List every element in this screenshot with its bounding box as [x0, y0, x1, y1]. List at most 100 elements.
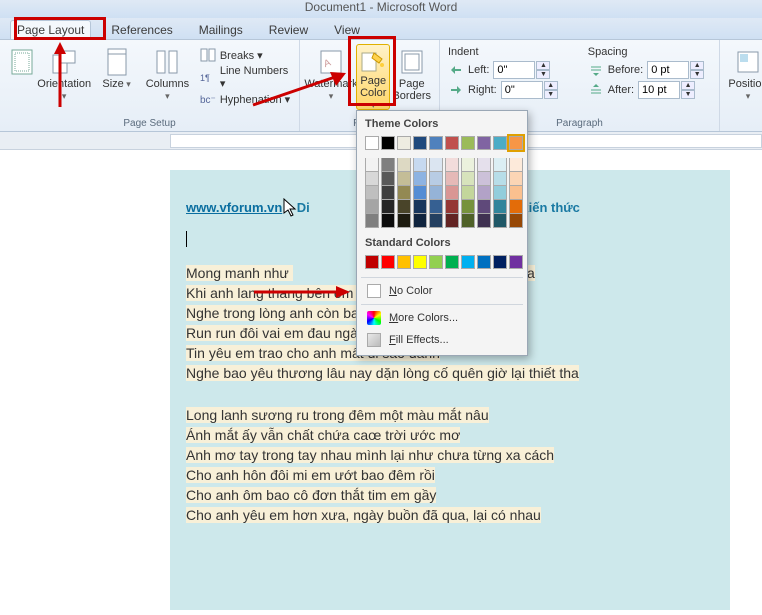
theme-shade-swatch[interactable] [509, 186, 523, 200]
theme-shade-swatch[interactable] [397, 186, 411, 200]
theme-shade-swatch[interactable] [477, 158, 491, 172]
theme-shade-swatch[interactable] [477, 200, 491, 214]
standard-swatch[interactable] [365, 255, 379, 269]
orientation-button[interactable]: Orientation [38, 44, 90, 110]
theme-shade-swatch[interactable] [509, 200, 523, 214]
theme-swatch[interactable] [461, 136, 475, 150]
theme-shade-swatch[interactable] [381, 158, 395, 172]
theme-shade-swatch[interactable] [413, 158, 427, 172]
position-button[interactable]: Position [728, 44, 762, 110]
size-button[interactable]: Size [92, 44, 141, 110]
theme-shade-swatch[interactable] [477, 172, 491, 186]
theme-shade-swatch[interactable] [381, 200, 395, 214]
spin-down[interactable]: ▼ [681, 90, 695, 99]
breaks-button[interactable]: Breaks ▾ [200, 45, 291, 65]
theme-shade-swatch[interactable] [397, 172, 411, 186]
standard-swatch[interactable] [381, 255, 395, 269]
theme-shade-swatch[interactable] [413, 186, 427, 200]
theme-swatch[interactable] [477, 136, 491, 150]
theme-swatch[interactable] [365, 136, 379, 150]
theme-shade-swatch[interactable] [493, 186, 507, 200]
line-numbers-button[interactable]: 1¶ Line Numbers ▾ [200, 67, 291, 87]
theme-shade-swatch[interactable] [397, 200, 411, 214]
theme-shade-swatch[interactable] [381, 214, 395, 228]
standard-swatch[interactable] [493, 255, 507, 269]
theme-shade-swatch[interactable] [477, 214, 491, 228]
theme-shade-swatch[interactable] [413, 200, 427, 214]
document-line[interactable]: Long lanh sương ru trong đêm một màu mắt… [186, 407, 714, 423]
theme-shade-swatch[interactable] [413, 172, 427, 186]
theme-shade-swatch[interactable] [509, 172, 523, 186]
theme-shade-swatch[interactable] [461, 172, 475, 186]
theme-shade-swatch[interactable] [461, 200, 475, 214]
hyphenation-button[interactable]: bc⁻ Hyphenation ▾ [200, 89, 291, 109]
theme-swatch[interactable] [397, 136, 411, 150]
theme-shade-swatch[interactable] [461, 158, 475, 172]
theme-shade-swatch[interactable] [381, 186, 395, 200]
theme-shade-swatch[interactable] [461, 214, 475, 228]
indent-left-input[interactable]: ▲▼ [493, 61, 550, 79]
theme-shade-swatch[interactable] [445, 186, 459, 200]
spacing-after-input[interactable]: ▲▼ [638, 81, 695, 99]
no-color-item[interactable]: No Color [361, 280, 523, 302]
columns-button[interactable]: Columns [143, 44, 192, 110]
theme-swatch[interactable] [381, 136, 395, 150]
theme-shade-swatch[interactable] [365, 172, 379, 186]
theme-swatch[interactable] [445, 136, 459, 150]
theme-shade-swatch[interactable] [397, 158, 411, 172]
spacing-before-input[interactable]: ▲▼ [647, 61, 704, 79]
tab-review[interactable]: Review [263, 21, 314, 39]
document-line[interactable]: Nghe bao yêu thương lâu nay dặn lòng cố … [186, 365, 714, 381]
tab-references[interactable]: References [105, 21, 178, 39]
theme-shade-swatch[interactable] [365, 214, 379, 228]
standard-swatch[interactable] [477, 255, 491, 269]
spin-up[interactable]: ▲ [690, 61, 704, 70]
theme-shade-swatch[interactable] [445, 214, 459, 228]
standard-swatch[interactable] [429, 255, 443, 269]
spin-up[interactable]: ▲ [544, 81, 558, 90]
theme-swatch[interactable] [493, 136, 507, 150]
document-line[interactable]: Cho anh hôn đôi mi em ướt bao đêm rồi [186, 467, 714, 483]
tab-view[interactable]: View [328, 21, 366, 39]
spin-up[interactable]: ▲ [681, 81, 695, 90]
header-link[interactable]: www.vforum.vn [186, 200, 282, 215]
theme-shade-swatch[interactable] [365, 200, 379, 214]
spin-up[interactable]: ▲ [536, 61, 550, 70]
theme-shade-swatch[interactable] [413, 214, 427, 228]
more-colors-item[interactable]: More Colors... [361, 307, 523, 329]
document-line[interactable]: Cho anh yêu em hơn xưa, ngày buồn đã qua… [186, 507, 714, 523]
document-line[interactable]: Anh mơ tay trong tay nhau mình lại như c… [186, 447, 714, 463]
standard-swatch[interactable] [461, 255, 475, 269]
standard-swatch[interactable] [509, 255, 523, 269]
watermark-button[interactable]: A Watermark [308, 44, 354, 110]
theme-swatch[interactable] [509, 136, 523, 150]
fill-effects-item[interactable]: Fill Effects... [361, 329, 523, 351]
theme-swatch[interactable] [429, 136, 443, 150]
theme-shade-swatch[interactable] [429, 172, 443, 186]
standard-swatch[interactable] [413, 255, 427, 269]
theme-swatch[interactable] [413, 136, 427, 150]
theme-shade-swatch[interactable] [381, 172, 395, 186]
spin-down[interactable]: ▼ [536, 70, 550, 79]
theme-shade-swatch[interactable] [397, 214, 411, 228]
standard-swatch[interactable] [445, 255, 459, 269]
theme-shade-swatch[interactable] [493, 158, 507, 172]
theme-shade-swatch[interactable] [493, 200, 507, 214]
theme-shade-swatch[interactable] [445, 200, 459, 214]
theme-shade-swatch[interactable] [493, 214, 507, 228]
theme-shade-swatch[interactable] [461, 186, 475, 200]
theme-shade-swatch[interactable] [429, 186, 443, 200]
theme-shade-swatch[interactable] [429, 200, 443, 214]
standard-swatch[interactable] [397, 255, 411, 269]
theme-shade-swatch[interactable] [445, 158, 459, 172]
indent-right-input[interactable]: ▲▼ [501, 81, 558, 99]
theme-shade-swatch[interactable] [365, 186, 379, 200]
theme-shade-swatch[interactable] [365, 158, 379, 172]
document-line[interactable]: Cho anh ôm bao cô đơn thắt tim em gầy [186, 487, 714, 503]
tab-mailings[interactable]: Mailings [193, 21, 249, 39]
page-color-button[interactable]: Page Color [356, 44, 390, 110]
page-borders-button[interactable]: Page Borders [392, 44, 431, 110]
theme-shade-swatch[interactable] [493, 172, 507, 186]
theme-shade-swatch[interactable] [477, 186, 491, 200]
theme-shade-swatch[interactable] [429, 158, 443, 172]
